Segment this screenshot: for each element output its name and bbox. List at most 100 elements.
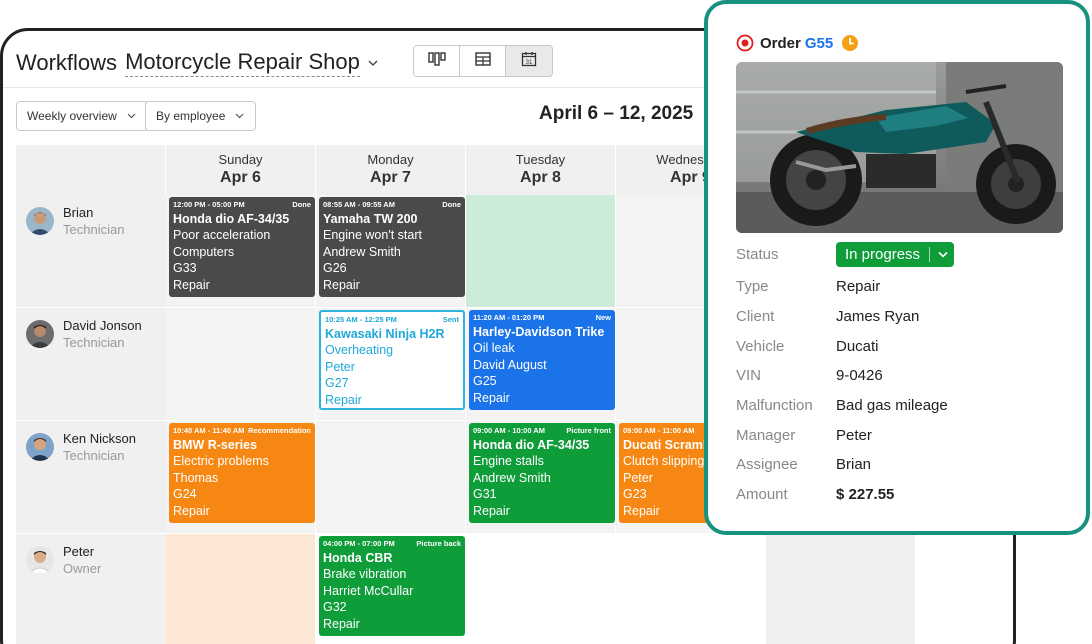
- card-order: G32: [323, 600, 347, 615]
- day-name: Monday: [367, 152, 414, 167]
- card-client: Andrew Smith: [473, 470, 551, 485]
- card-tag: Recommendation: [248, 426, 311, 435]
- card-time: 09:00 AM - 10:00 AM: [473, 426, 545, 435]
- work-order-card[interactable]: 04:00 PM - 07:00 PM Picture back Honda CB…: [319, 536, 465, 636]
- card-time: 08:55 AM - 09:55 AM: [323, 200, 395, 209]
- card-order: G31: [473, 487, 497, 502]
- vehicle-value: Ducati: [836, 338, 879, 355]
- card-type: Repair: [173, 503, 210, 518]
- day-cell[interactable]: [466, 195, 616, 308]
- overview-dropdown-label: Weekly overview: [27, 109, 117, 123]
- work-order-card[interactable]: 09:00 AM - 10:00 AM Picture front Honda d…: [469, 423, 615, 523]
- employee-row-header[interactable]: Peter Owner: [16, 534, 166, 644]
- chevron-down-icon: [935, 247, 951, 263]
- amount-value: $ 227.55: [836, 486, 895, 503]
- day-cell[interactable]: [616, 534, 766, 644]
- overview-dropdown[interactable]: Weekly overview: [16, 101, 148, 131]
- employee-row-header[interactable]: David Jonson Technician: [16, 308, 166, 421]
- table-view-icon: [474, 51, 491, 71]
- work-order-card[interactable]: 10:40 AM - 11:40 AM Recommendation BMW R-…: [169, 423, 315, 523]
- grouping-dropdown[interactable]: By employee: [145, 101, 257, 131]
- work-order-card[interactable]: 10:25 AM - 12:25 PM Sent Kawasaki Ninja H…: [319, 310, 465, 410]
- work-order-card[interactable]: 12:00 PM - 05:00 PM Done Honda dio AF-34/…: [169, 197, 315, 297]
- clock-icon: [841, 34, 859, 52]
- card-time: 12:00 PM - 05:00 PM: [173, 200, 245, 209]
- card-order: G33: [173, 261, 197, 276]
- employee-name: David Jonson: [63, 318, 142, 333]
- work-order-card[interactable]: 08:55 AM - 09:55 AM Done Yamaha TW 200 En…: [319, 197, 465, 297]
- employee-row-header[interactable]: Ken Nickson Technician: [16, 421, 166, 534]
- day-cell[interactable]: [466, 534, 616, 644]
- card-order: G26: [323, 261, 347, 276]
- calendar-view-icon: 31: [521, 51, 537, 72]
- malfunction-value: Bad gas mileage: [836, 397, 948, 414]
- grouping-dropdown-label: By employee: [156, 109, 226, 123]
- chevron-down-icon[interactable]: [368, 57, 380, 69]
- status-divider: [929, 247, 931, 262]
- card-tag: Sent: [442, 315, 459, 324]
- day-header: Monday Apr 7: [316, 145, 466, 195]
- calendar-view-button[interactable]: 31: [506, 46, 552, 76]
- card-client: Thomas: [173, 470, 219, 485]
- employee-name: Peter: [63, 544, 95, 559]
- card-time: 04:00 PM - 07:00 PM: [323, 539, 395, 548]
- card-title: Honda CBR: [323, 551, 393, 565]
- card-title: Kawasaki Ninja H2R: [325, 327, 445, 341]
- page-title: Workflows Motorcycle Repair Shop: [16, 45, 380, 81]
- chevron-down-icon: [127, 111, 137, 121]
- order-number[interactable]: G55: [805, 35, 833, 52]
- card-order: G27: [325, 376, 349, 391]
- vehicle-photo: [736, 62, 1063, 233]
- day-date: Apr 8: [520, 169, 561, 186]
- day-cell[interactable]: [166, 534, 316, 644]
- day-cell[interactable]: [766, 534, 916, 644]
- card-type: Repair: [323, 616, 360, 631]
- card-issue: Engine won't start: [323, 228, 422, 242]
- kanban-view-button[interactable]: [414, 46, 460, 76]
- table-view-button[interactable]: [460, 46, 506, 76]
- card-tag: New: [595, 313, 611, 322]
- status-label: Status: [736, 246, 779, 263]
- card-issue: Oil leak: [473, 341, 515, 355]
- card-title: BMW R-series: [173, 438, 258, 452]
- card-type: Repair: [323, 277, 360, 292]
- status-dropdown[interactable]: In progress: [836, 242, 955, 267]
- card-order: G24: [173, 487, 197, 502]
- card-client: David August: [473, 357, 547, 372]
- day-cell[interactable]: [166, 308, 316, 421]
- order-detail-panel: Order G55 Status In progress Type Repair…: [704, 0, 1090, 535]
- assignee-label: Assignee: [736, 456, 798, 473]
- manager-label: Manager: [736, 427, 796, 444]
- card-tag: Picture front: [566, 426, 611, 435]
- card-client: Andrew Smith: [323, 244, 401, 259]
- card-title: Honda dio AF-34/35: [473, 438, 590, 452]
- card-tag: Picture back: [416, 539, 461, 548]
- card-title: Harley-Davidson Trike: [473, 325, 605, 339]
- card-issue: Electric problems: [173, 454, 269, 468]
- assignee-value: Brian: [836, 456, 872, 473]
- avatar: [26, 546, 54, 574]
- vin-value: 9-0426: [836, 367, 883, 384]
- card-title: Honda dio AF-34/35: [173, 212, 290, 226]
- client-label: Client: [736, 308, 775, 325]
- employee-name: Ken Nickson: [63, 431, 136, 446]
- chevron-down-icon: [235, 111, 245, 121]
- card-type: Repair: [173, 277, 210, 292]
- card-type: Repair: [473, 390, 510, 405]
- work-order-card[interactable]: 11:20 AM - 01:20 PM New Harley-Davidson T…: [469, 310, 615, 410]
- workspace-selector[interactable]: Motorcycle Repair Shop: [125, 49, 360, 77]
- target-icon: [736, 34, 754, 52]
- view-switcher: 31: [413, 45, 553, 77]
- corner-header: [16, 145, 166, 195]
- employee-role: Technician: [63, 448, 125, 463]
- avatar: [26, 320, 54, 348]
- vehicle-label: Vehicle: [736, 338, 785, 355]
- date-range: April 6 – 12, 2025: [539, 103, 694, 124]
- avatar: [26, 433, 54, 461]
- card-title: Yamaha TW 200: [323, 212, 418, 226]
- employee-name: Brian: [63, 205, 94, 220]
- day-name: Tuesday: [515, 152, 566, 167]
- amount-label: Amount: [736, 486, 788, 503]
- employee-row-header[interactable]: Brian Technician: [16, 195, 166, 308]
- day-cell[interactable]: [316, 421, 466, 534]
